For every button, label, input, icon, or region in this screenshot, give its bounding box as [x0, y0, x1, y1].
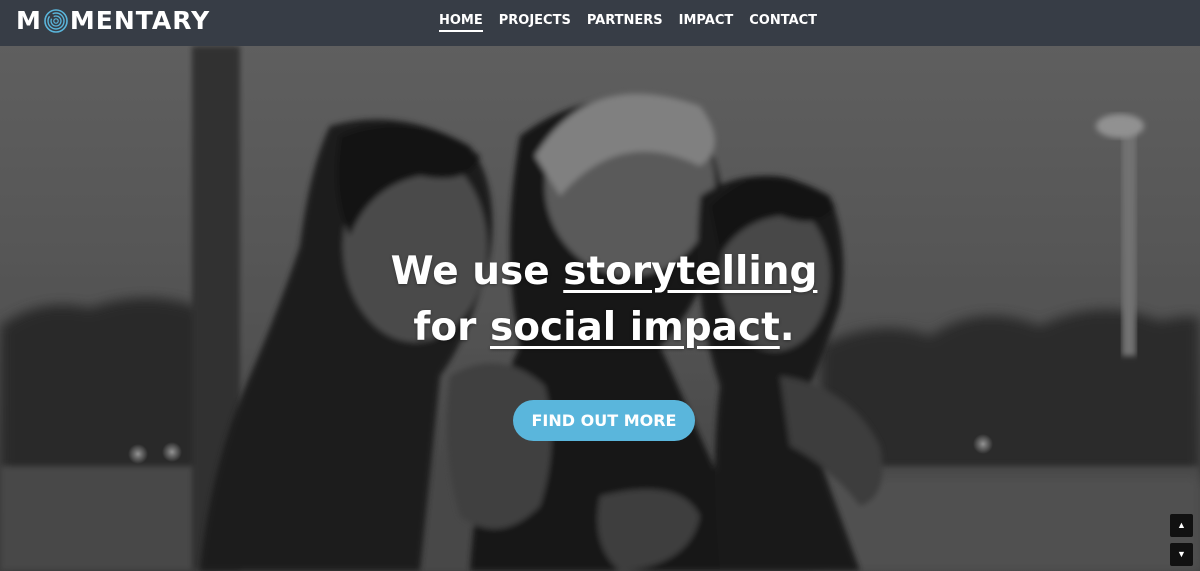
site-header: M MENTARY HOME PROJECTS PARTNERS IMPACT … [0, 0, 1200, 46]
logo-text-end: MENTARY [69, 6, 211, 35]
logo-text-start: M [16, 6, 42, 35]
nav-projects[interactable]: PROJECTS [499, 12, 571, 32]
social-impact-link[interactable]: social impact [490, 305, 780, 350]
page: M MENTARY HOME PROJECTS PARTNERS IMPACT … [0, 0, 1200, 571]
find-out-more-button[interactable]: FIND OUT MORE [513, 400, 695, 441]
hero-line2-prefix: for [413, 305, 490, 350]
nav-home[interactable]: HOME [439, 12, 483, 32]
triangle-down-icon[interactable]: ▼ [1170, 543, 1193, 566]
nav-partners[interactable]: PARTNERS [587, 12, 663, 32]
hero-heading: We use storytelling for social impact. [0, 244, 1200, 356]
nav-contact[interactable]: CONTACT [749, 12, 817, 32]
logo[interactable]: M MENTARY [16, 6, 210, 36]
main-nav: HOME PROJECTS PARTNERS IMPACT CONTACT [439, 12, 833, 32]
storytelling-link[interactable]: storytelling [563, 249, 817, 294]
nav-impact[interactable]: IMPACT [679, 12, 734, 32]
fingerprint-icon [44, 9, 68, 33]
triangle-up-icon[interactable]: ▲ [1170, 514, 1193, 537]
hero-line1-prefix: We use [390, 249, 564, 294]
hero-section: We use storytelling for social impact. F… [0, 46, 1200, 571]
hero-line2-suffix: . [779, 305, 795, 350]
